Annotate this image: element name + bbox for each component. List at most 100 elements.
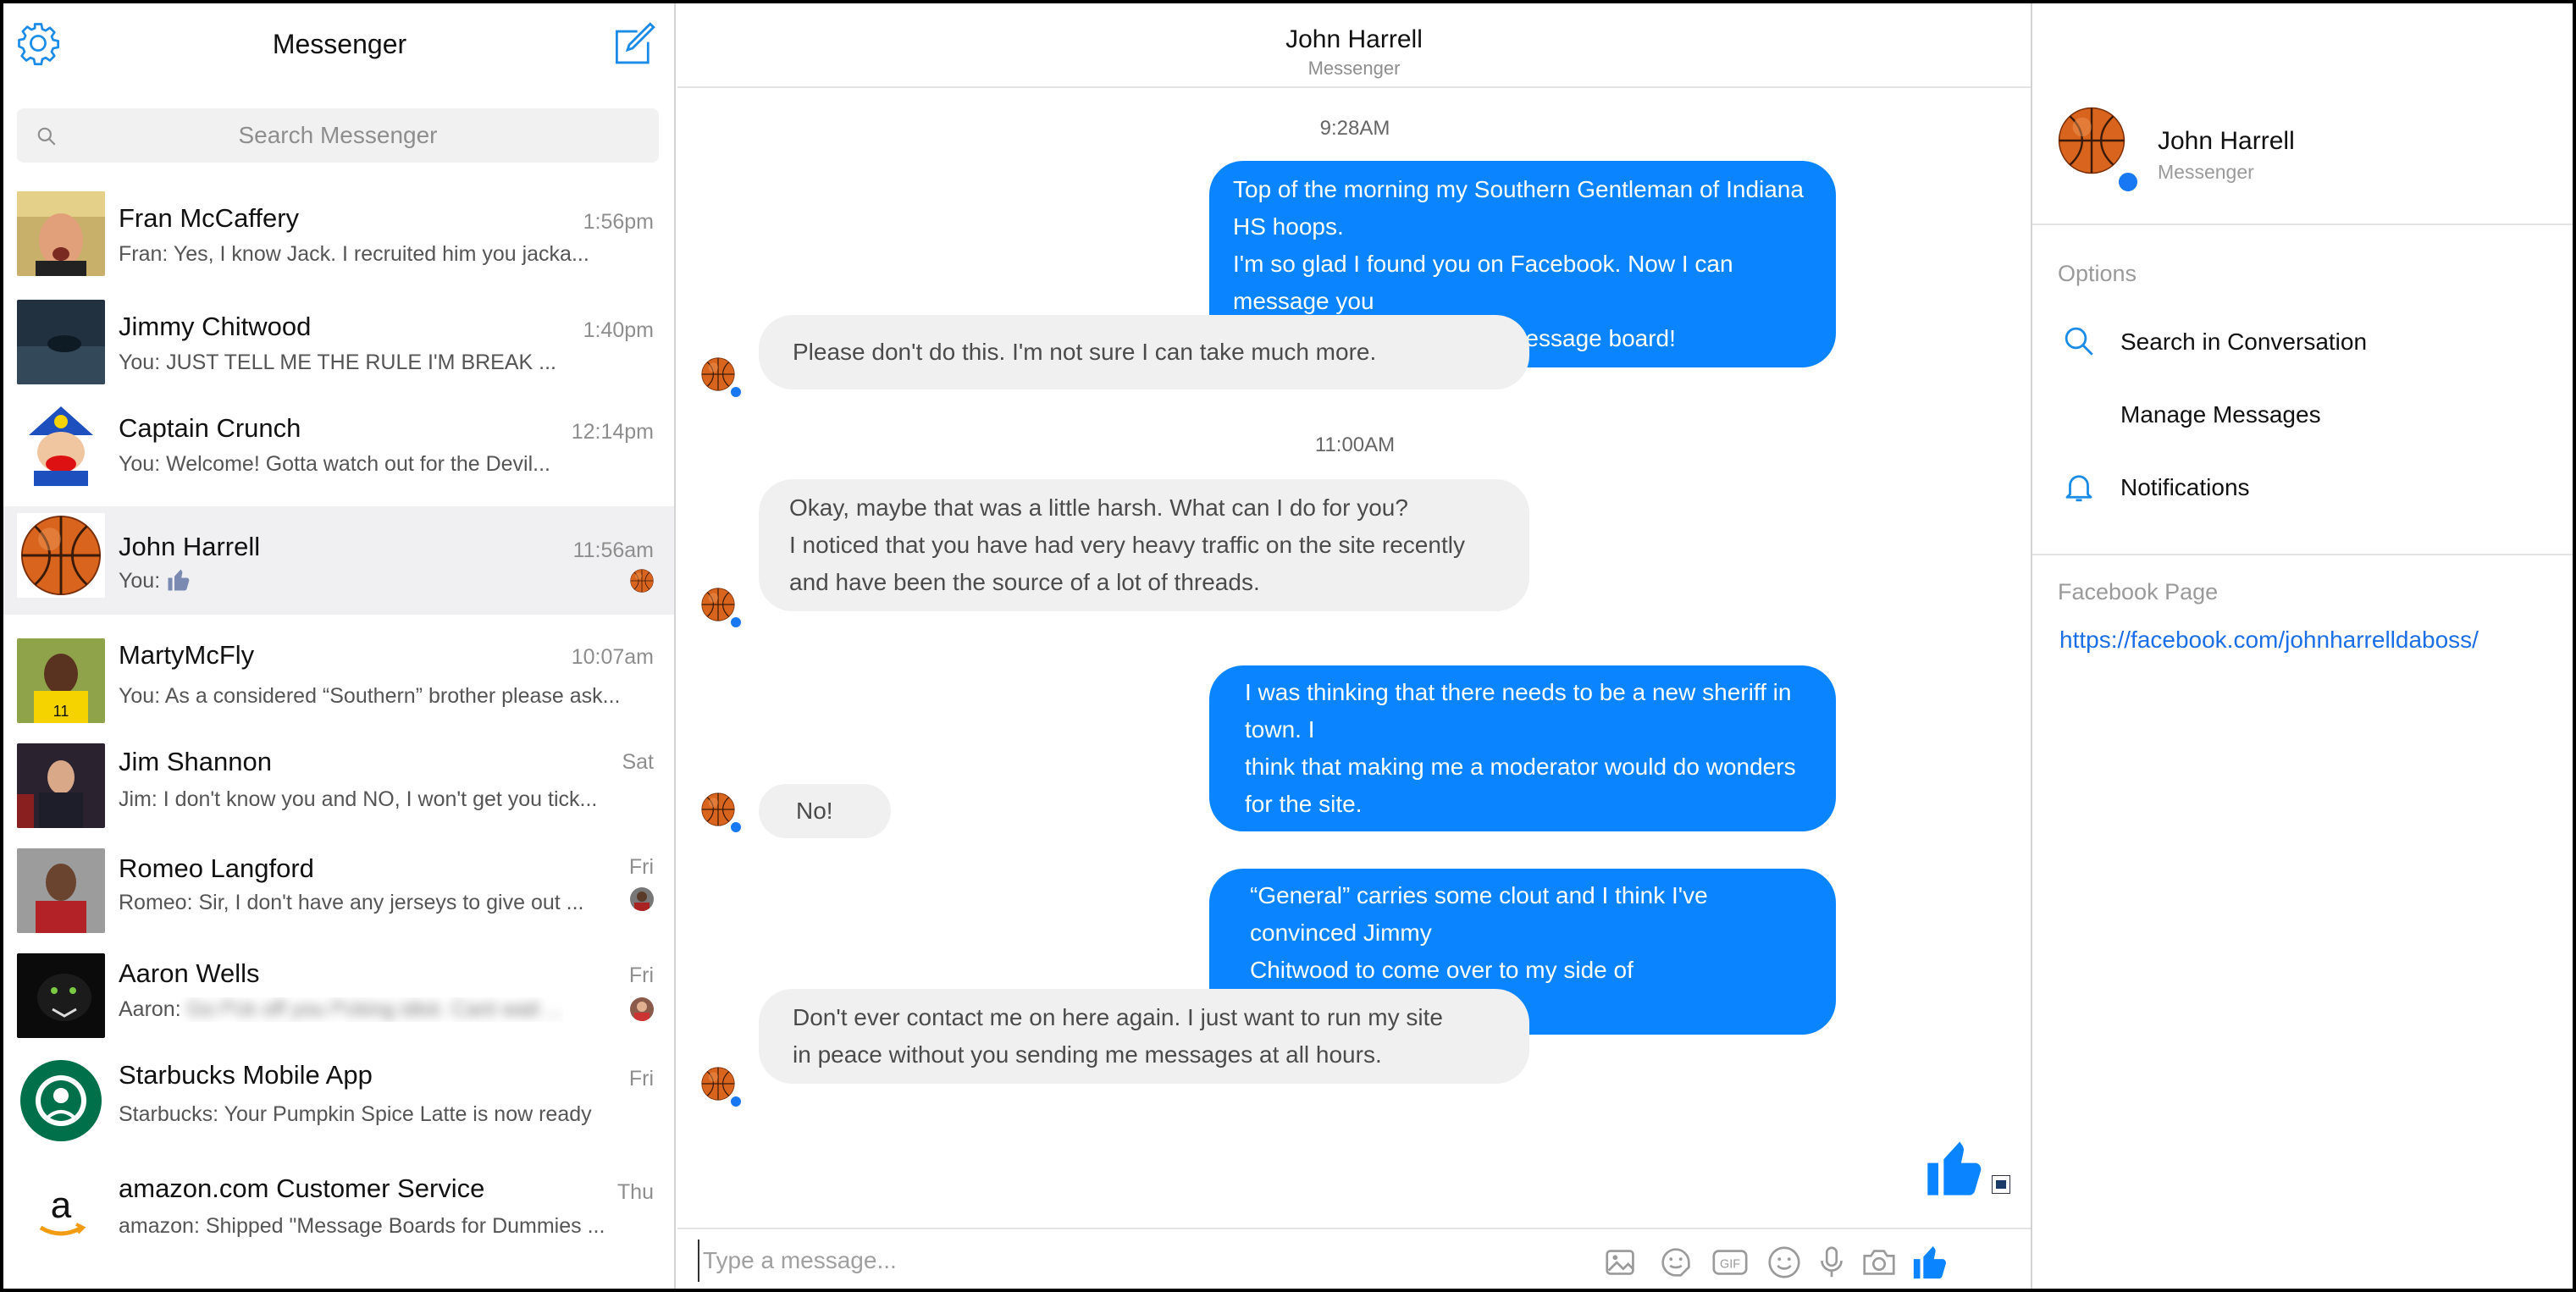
gif-icon[interactable]: GIF [1711, 1243, 1750, 1282]
conversation-time: Fri [628, 963, 654, 987]
options-section: Options Search in Conversation Manage Me… [2032, 227, 2573, 555]
conversation-preview-text: You: [119, 569, 161, 593]
conversation-preview: You: As a considered “Southern” brother … [119, 684, 621, 708]
conversation-item-martymcfly[interactable]: 11 MartyMcFly You: As a considered “Sout… [3, 623, 674, 732]
sidebar-header: Messenger [3, 3, 674, 91]
message-composer: GIF [677, 1228, 2031, 1289]
facebook-page-link[interactable]: https://facebook.com/johnharrelldaboss/ [2059, 627, 2479, 654]
message-incoming[interactable]: Okay, maybe that was a little harsh. Wha… [759, 479, 1529, 611]
emoji-icon[interactable] [1765, 1243, 1804, 1282]
seen-basketball-icon [630, 569, 654, 593]
conversation-name: Jim Shannon [119, 747, 272, 776]
camera-icon[interactable] [1860, 1243, 1899, 1282]
starbucks-logo-icon [17, 1058, 105, 1143]
microphone-icon[interactable] [1812, 1243, 1851, 1282]
message-line: I noticed that you have had very heavy t… [789, 532, 1465, 558]
photo-marty-icon: 11 [17, 638, 105, 723]
message-line: I'm so glad I found you on Facebook. Now… [1233, 251, 1733, 314]
image-icon[interactable] [1602, 1243, 1641, 1282]
facebook-page-label: Facebook Page [2058, 579, 2219, 605]
conversation-item-fran-mccaffery[interactable]: Fran McCaffery Fran: Yes, I know Jack. I… [3, 176, 674, 284]
seen-avatar-icon [1992, 1175, 2010, 1194]
messenger-window: Messenger Fran McCaffery Fran: Yes, I kn… [3, 3, 2573, 1289]
thumbs-up-icon [1927, 1141, 1982, 1195]
basketball-icon [17, 513, 105, 598]
conversation-item-aaron-wells[interactable]: Aaron Wells Aaron: Go f*ck off you f*cki… [3, 938, 674, 1046]
conversation-time: Fri [628, 855, 654, 879]
photo-jimmy-icon [17, 300, 105, 384]
photo-panther-icon [17, 953, 105, 1038]
thumbs-up-icon [168, 569, 190, 591]
profile-name: John Harrell [2158, 127, 2295, 155]
conversation-item-john-harrell[interactable]: John Harrell You: 11:56am [3, 506, 674, 615]
conversation-name: Aaron Wells [119, 958, 260, 988]
option-manage-messages[interactable]: Manage Messages [2032, 384, 2573, 444]
message-outgoing[interactable]: I was thinking that there needs to be a … [1209, 665, 1836, 831]
conversation-time: 1:40pm [583, 318, 654, 342]
conversation-name: Fran McCaffery [119, 203, 300, 233]
conversation-item-jimmy-chitwood[interactable]: Jimmy Chitwood You: JUST TELL ME THE RUL… [3, 284, 674, 393]
message-line: No! [796, 798, 833, 824]
conversation-item-jim-shannon[interactable]: Jim Shannon Jim: I don't know you and NO… [3, 728, 674, 836]
contact-avatar [701, 792, 744, 835]
conversation-time: 10:07am [571, 645, 654, 669]
message-line: think that making me a moderator would d… [1245, 754, 1796, 817]
conversation-preview: Jim: I don't know you and NO, I won't ge… [119, 787, 598, 811]
conversation-name: John Harrell [119, 532, 261, 561]
conversation-time: 1:56pm [583, 210, 654, 234]
options-label: Options [2058, 261, 2137, 286]
message-input[interactable] [698, 1240, 1545, 1282]
messenger-badge-icon [728, 615, 744, 630]
conversation-name: Romeo Langford [119, 853, 314, 883]
search-input[interactable] [17, 108, 659, 163]
option-label: Manage Messages [2120, 401, 2321, 428]
message-line: Please don't do this. I'm not sure I can… [793, 339, 1377, 365]
conversation-preview: Fran: Yes, I know Jack. I recruited him … [119, 242, 589, 266]
bell-icon [2065, 475, 2092, 502]
conversation-preview: amazon: Shipped "Message Boards for Dumm… [119, 1214, 605, 1238]
message-incoming[interactable]: Don't ever contact me on here again. I j… [759, 989, 1529, 1084]
conversation-item-captain-crunch[interactable]: Captain Crunch You: Welcome! Gotta watch… [3, 386, 674, 494]
conversation-name: MartyMcFly [119, 640, 255, 670]
message-incoming[interactable]: No! [759, 784, 891, 838]
conversation-preview-blurred: Go f*ck off you f*cking idiot. Cant wait… [186, 997, 563, 1021]
contact-avatar [701, 1067, 744, 1109]
seen-avatar-icon [630, 997, 654, 1021]
profile-subtitle: Messenger [2158, 161, 2254, 183]
conversation-sidebar: Messenger Fran McCaffery Fran: Yes, I kn… [3, 3, 676, 1289]
svg-text:11: 11 [53, 703, 69, 720]
facebook-page-section: Facebook Page https://facebook.com/johnh… [2032, 557, 2573, 726]
message-line: in peace without you sending me messages… [793, 1041, 1382, 1068]
search-bar[interactable] [17, 108, 659, 163]
search-icon [2065, 327, 2093, 356]
conversation-item-romeo-langford[interactable]: Romeo Langford Romeo: Sir, I don't have … [3, 833, 674, 941]
conversation-preview: You: [119, 567, 193, 594]
messenger-badge-icon [728, 1094, 744, 1109]
details-panel: John Harrell Messenger Options Search in… [2031, 3, 2573, 1289]
sticker-icon[interactable] [1656, 1243, 1695, 1282]
conversation-item-starbucks[interactable]: Starbucks Mobile App Starbucks: Your Pum… [3, 1043, 674, 1151]
amazon-logo-icon: a [17, 1170, 105, 1255]
message-line: I was thinking that there needs to be a … [1245, 679, 1792, 743]
conversation-item-amazon[interactable]: a amazon.com Customer Service amazon: Sh… [3, 1155, 674, 1263]
conversation-name: Captain Crunch [119, 413, 301, 443]
conversation-name: amazon.com Customer Service [119, 1173, 485, 1203]
message-line: “General” carries some clout and I think… [1250, 882, 1708, 946]
conversation-time: 11:56am [572, 538, 654, 562]
conversation-time: 12:14pm [571, 420, 654, 444]
chat-panel: John Harrell Messenger 9:28AM Top of the… [677, 3, 2031, 1289]
compose-icon[interactable] [610, 20, 657, 68]
messenger-badge-icon [728, 820, 744, 835]
photo-captain-icon [17, 401, 105, 486]
option-label: Search in Conversation [2120, 329, 2368, 355]
conversation-name: Jimmy Chitwood [119, 312, 312, 341]
thumbs-up-button-icon[interactable] [1910, 1243, 1949, 1282]
contact-avatar [701, 588, 744, 630]
option-search-in-conversation[interactable]: Search in Conversation [2032, 312, 2573, 371]
messenger-badge-icon [728, 384, 744, 400]
option-notifications[interactable]: Notifications [2032, 457, 2573, 516]
chat-contact-name[interactable]: John Harrell [677, 25, 2031, 54]
conversation-time: Sat [622, 750, 654, 774]
message-incoming[interactable]: Please don't do this. I'm not sure I can… [759, 315, 1529, 389]
conversation-preview-prefix: Aaron: [119, 997, 181, 1021]
